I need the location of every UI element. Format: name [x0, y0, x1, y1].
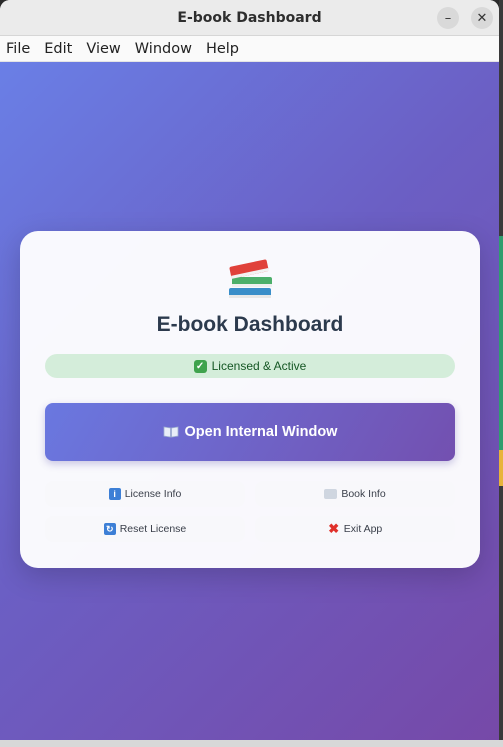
license-info-label: License Info: [124, 488, 182, 500]
dashboard-card: E-book Dashboard ✓ Licensed & Active Ope…: [20, 231, 480, 568]
cross-icon: ✖: [328, 521, 340, 536]
minimize-icon: –: [444, 10, 452, 26]
books-icon: [229, 259, 272, 298]
status-text: Licensed & Active: [211, 359, 307, 373]
reset-license-label: Reset License: [119, 523, 187, 535]
desktop-edge-strip: [499, 450, 503, 486]
menu-help[interactable]: Help: [206, 41, 239, 57]
book-icon: [163, 426, 178, 438]
open-internal-window-button[interactable]: Open Internal Window: [45, 403, 455, 461]
status-badge: ✓ Licensed & Active: [45, 354, 455, 378]
dashboard-title: E-book Dashboard: [156, 313, 344, 336]
info-icon: i: [108, 488, 121, 500]
book-info-label: Book Info: [341, 488, 386, 500]
dashboard-background: E-book Dashboard ✓ Licensed & Active Ope…: [0, 62, 499, 740]
desktop-edge: [0, 740, 503, 747]
exit-app-label: Exit App: [343, 523, 383, 535]
book-info-button[interactable]: Book Info: [255, 481, 455, 507]
license-info-button[interactable]: i License Info: [45, 481, 245, 507]
window-title: E-book Dashboard: [177, 9, 322, 26]
title-bar[interactable]: E-book Dashboard – ✕: [0, 0, 499, 36]
open-internal-window-label: Open Internal Window: [184, 424, 338, 440]
desktop-edge-strip: [499, 236, 503, 456]
menu-window[interactable]: Window: [135, 41, 192, 57]
menu-bar: File Edit View Window Help: [0, 36, 499, 62]
close-button[interactable]: ✕: [471, 7, 493, 29]
app-window: E-book Dashboard – ✕ File Edit View Wind…: [0, 0, 499, 740]
menu-view[interactable]: View: [86, 41, 120, 57]
check-icon: ✓: [193, 359, 207, 373]
menu-file[interactable]: File: [6, 41, 30, 57]
refresh-icon: ↻: [103, 523, 116, 535]
exit-app-button[interactable]: ✖ Exit App: [255, 516, 455, 542]
menu-edit[interactable]: Edit: [44, 41, 72, 57]
book-icon: [324, 489, 338, 499]
minimize-button[interactable]: –: [437, 7, 459, 29]
reset-license-button[interactable]: ↻ Reset License: [45, 516, 245, 542]
close-icon: ✕: [476, 10, 488, 26]
